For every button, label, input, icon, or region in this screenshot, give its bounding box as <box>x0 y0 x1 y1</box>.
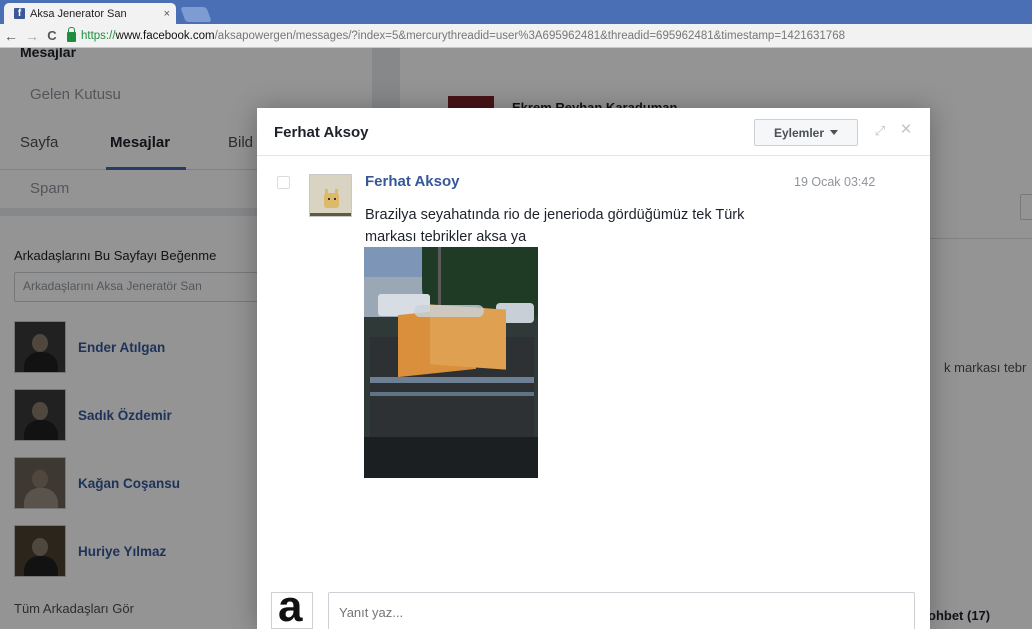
browser-tab-strip: f Aksa Jenerator San × <box>0 0 1032 24</box>
facebook-favicon-icon: f <box>14 8 25 19</box>
photo-cargo-wrap <box>414 305 484 317</box>
browser-toolbar: ← → C https://www.facebook.com/aksapower… <box>0 24 1032 48</box>
tab-close-icon[interactable]: × <box>164 8 170 20</box>
actions-label: Eylemler <box>773 125 825 140</box>
avatar-cat-eye <box>334 198 336 200</box>
photo-truck-rail <box>370 392 534 396</box>
message-text: Brazilya seyahatında rio de jenerioda gö… <box>365 207 745 245</box>
conversation-dialog: Ferhat Aksoy Eylemler ⤢ × Ferhat Aksoy 1… <box>257 108 930 629</box>
avatar[interactable] <box>309 174 352 217</box>
reply-area: a <box>257 590 930 629</box>
page-logo-avatar: a <box>271 592 313 629</box>
tab-title: Aksa Jenerator San <box>30 7 127 20</box>
url-domain: www.facebook.com <box>115 29 215 42</box>
lock-icon <box>67 26 76 42</box>
actions-dropdown-button[interactable]: Eylemler <box>754 119 858 146</box>
reload-icon[interactable]: C <box>46 28 58 43</box>
back-icon[interactable]: ← <box>4 28 18 44</box>
photo-truck-rail <box>370 377 534 383</box>
sender-name[interactable]: Ferhat Aksoy <box>365 173 459 190</box>
message-select-checkbox[interactable] <box>277 176 290 189</box>
dialog-title: Ferhat Aksoy <box>274 124 369 141</box>
url-path: /aksapowergen/messages/?index=5&mercuryt… <box>214 29 845 42</box>
address-bar[interactable]: https://www.facebook.com/aksapowergen/me… <box>81 30 1032 42</box>
url-scheme: https:// <box>81 29 116 42</box>
message-item: Ferhat Aksoy 19 Ocak 03:42 Brazilya seya… <box>257 170 930 490</box>
dialog-header: Ferhat Aksoy Eylemler ⤢ × <box>257 108 930 156</box>
new-tab-button[interactable] <box>180 7 212 22</box>
close-icon[interactable]: × <box>897 120 915 140</box>
avatar-ground <box>310 213 351 216</box>
reply-input[interactable] <box>328 592 915 629</box>
photo-road <box>364 437 538 478</box>
avatar-cat <box>324 193 339 208</box>
attached-photo[interactable] <box>364 247 538 478</box>
message-timestamp: 19 Ocak 03:42 <box>794 175 876 189</box>
aksa-logo-icon: a <box>278 592 303 629</box>
expand-icon[interactable]: ⤢ <box>871 122 889 140</box>
caret-down-icon <box>830 130 839 135</box>
avatar-cat-eye <box>328 198 330 200</box>
browser-tab[interactable]: f Aksa Jenerator San × <box>4 3 176 24</box>
forward-icon[interactable]: → <box>25 28 39 44</box>
